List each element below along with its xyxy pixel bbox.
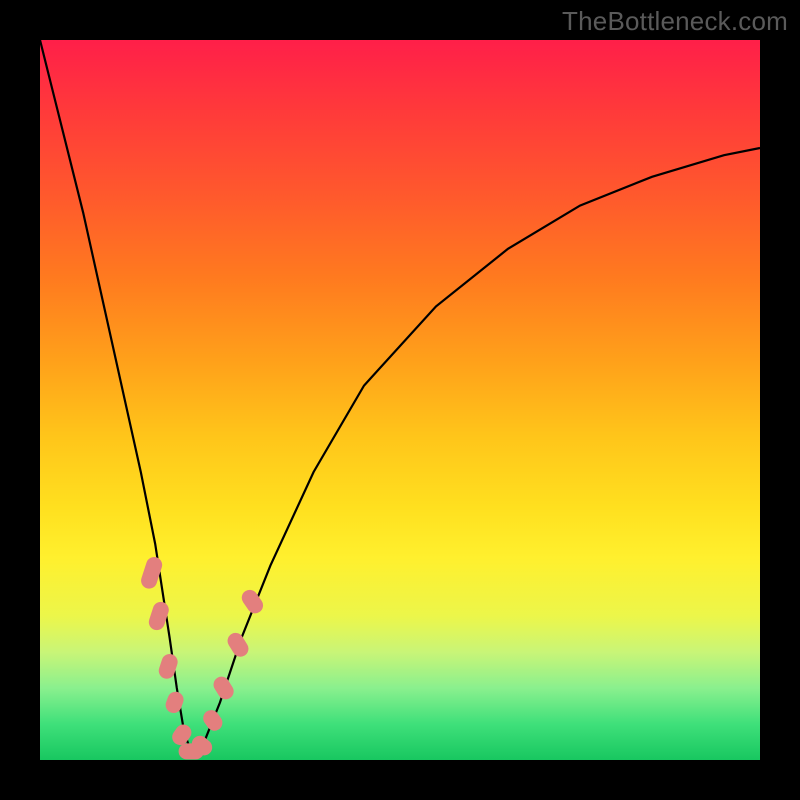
chart-frame: TheBottleneck.com <box>0 0 800 800</box>
curve-marker <box>239 587 267 617</box>
watermark-text: TheBottleneck.com <box>562 6 788 37</box>
curve-svg <box>40 40 760 760</box>
marker-group <box>139 555 266 759</box>
curve-marker <box>200 707 225 734</box>
curve-marker <box>225 630 252 660</box>
plot-area <box>40 40 760 760</box>
bottleneck-curve <box>40 40 760 753</box>
curve-marker <box>163 690 185 716</box>
curve-marker <box>211 674 237 703</box>
